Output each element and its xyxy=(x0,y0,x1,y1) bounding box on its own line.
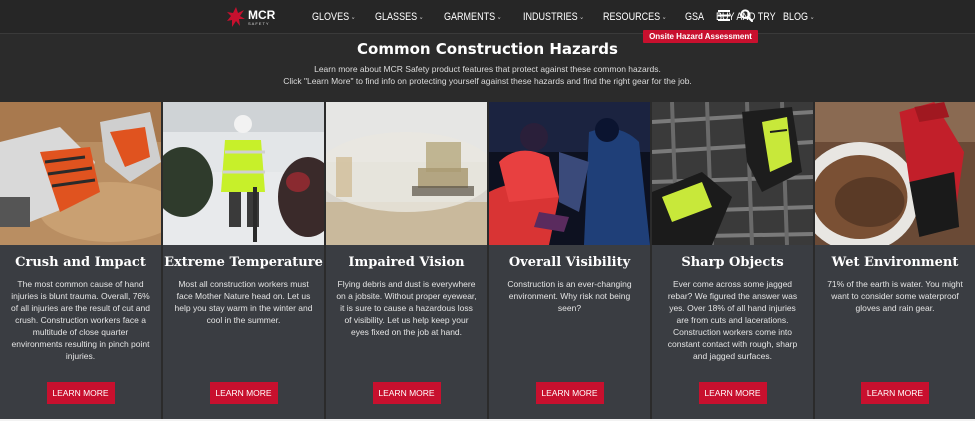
main-menu: GLOVES ⌄ GLASSES ⌄ GARMENTS ⌄ INDUSTRIES ⌄ R… xyxy=(312,0,835,34)
search-icon[interactable] xyxy=(740,9,753,22)
hazard-card-overall-visibility: Overall Visibility Construction is an ev… xyxy=(489,102,650,419)
learn-more-button[interactable]: LEARN MORE xyxy=(698,382,767,404)
menu-item-gloves[interactable]: GLOVES ⌄ xyxy=(312,11,356,23)
extreme-temperature-image xyxy=(163,102,324,245)
chevron-down-icon: ⌄ xyxy=(418,14,424,21)
wet-environment-image xyxy=(815,102,975,245)
page-title: Common Construction Hazards xyxy=(357,40,618,58)
hazard-card-crush-and-impact: Crush and Impact The most common cause o… xyxy=(0,102,161,419)
learn-more-button[interactable]: LEARN MORE xyxy=(209,382,278,404)
logo-splash-icon xyxy=(227,7,245,27)
chevron-down-icon: ⌄ xyxy=(497,14,502,21)
chevron-down-icon: ⌄ xyxy=(809,14,815,21)
card-description: Construction is an ever-changing environ… xyxy=(507,279,632,313)
card-title: Crush and Impact xyxy=(15,255,146,270)
hazard-card-extreme-temperature: Extreme Temperature Most all constructio… xyxy=(163,102,324,419)
chevron-down-icon: ⌄ xyxy=(350,14,356,21)
impaired-vision-image xyxy=(326,102,487,245)
learn-more-button[interactable]: LEARN MORE xyxy=(861,382,929,404)
chevron-down-icon: ⌄ xyxy=(661,14,667,21)
hazard-card-impaired-vision: Impaired Vision Flying debris and dust i… xyxy=(326,102,487,419)
logo-main-text: MCR xyxy=(248,7,276,22)
card-description: The most common cause of hand injuries i… xyxy=(11,279,150,361)
top-navigation: MCR SAFETY GLOVES ⌄ GLASSES ⌄ GARMENTS ⌄ IN… xyxy=(0,0,975,34)
card-description: Ever come across some jagged rebar? We f… xyxy=(667,279,798,361)
menu-item-gsa[interactable]: GSA xyxy=(685,11,704,23)
menu-item-garments[interactable]: GARMENTS ⌄ xyxy=(444,11,502,23)
card-description: 71% of the earth is water. You might wan… xyxy=(827,279,963,313)
crush-and-impact-image xyxy=(0,102,161,245)
learn-more-button[interactable]: LEARN MORE xyxy=(372,382,441,404)
menu-item-industries[interactable]: INDUSTRIES ⌄ xyxy=(523,11,584,23)
card-title: Impaired Vision xyxy=(348,255,465,270)
hazard-card-sharp-objects: Sharp Objects Ever come across some jagg… xyxy=(652,102,813,419)
menu-item-glasses[interactable]: GLASSES ⌄ xyxy=(375,11,424,23)
logo-sub-text: SAFETY xyxy=(248,20,270,26)
card-title: Overall Visibility xyxy=(508,255,631,270)
card-title: Extreme Temperature xyxy=(164,255,323,270)
page-subtitle-line-1: Learn more about MCR Safety product feat… xyxy=(314,64,661,74)
menu-item-blog[interactable]: BLOG ⌄ xyxy=(783,11,815,23)
page-subtitle-line-2: Click "Learn More" to find info on prote… xyxy=(283,76,692,86)
mcr-safety-logo[interactable]: MCR SAFETY xyxy=(226,5,275,29)
hazard-cards: Crush and Impact The most common cause o… xyxy=(0,102,975,419)
card-description: Flying debris and dust is everywhere on … xyxy=(336,279,477,337)
learn-more-button[interactable]: LEARN MORE xyxy=(46,382,115,404)
hazard-card-wet-environment: Wet Environment 71% of the earth is wate… xyxy=(815,102,975,419)
hamburger-menu-icon[interactable] xyxy=(718,10,730,21)
nav-icons xyxy=(718,9,753,22)
card-title: Sharp Objects xyxy=(681,255,784,270)
card-description: Most all construction workers must face … xyxy=(174,279,313,325)
sharp-objects-image xyxy=(652,102,813,245)
menu-item-resources[interactable]: RESOURCES ⌄ xyxy=(603,11,667,23)
learn-more-button[interactable]: LEARN MORE xyxy=(535,382,604,404)
overall-visibility-image xyxy=(489,102,650,245)
card-title: Wet Environment xyxy=(831,255,959,270)
chevron-down-icon: ⌄ xyxy=(578,14,584,21)
